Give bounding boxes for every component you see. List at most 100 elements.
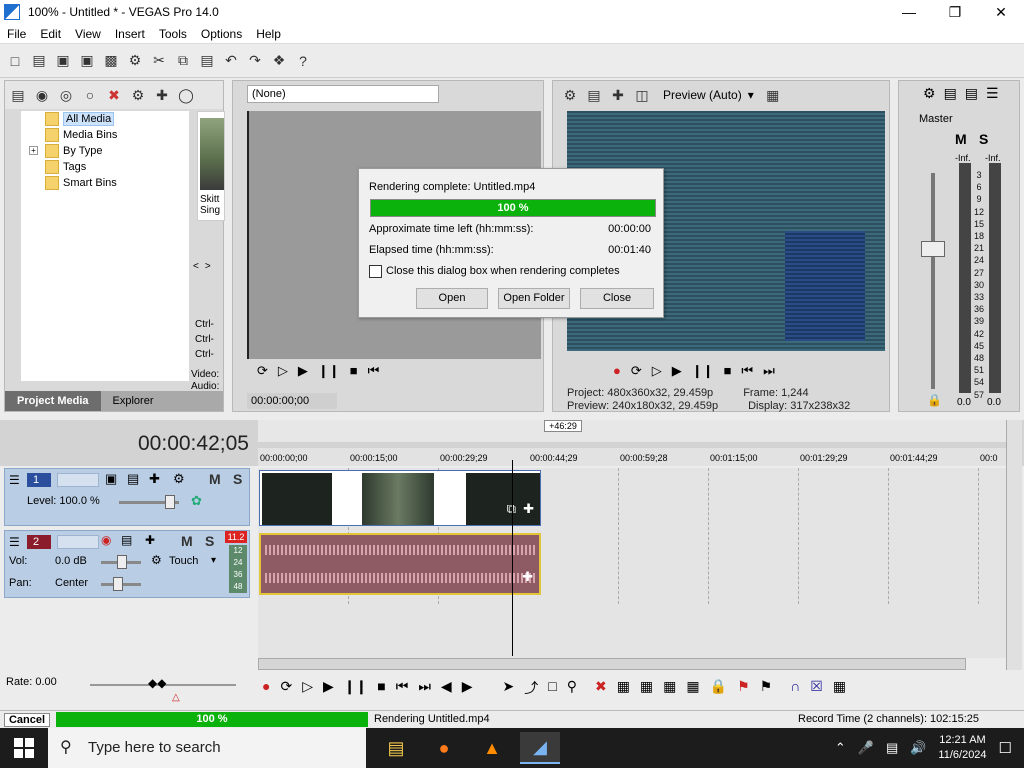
event-fx-icon[interactable]: ✚: [523, 501, 534, 517]
go-to-start-icon[interactable]: ⏮: [368, 363, 380, 379]
tab-explorer[interactable]: Explorer: [101, 395, 166, 407]
normal-edit-tool-icon[interactable]: ➤: [502, 678, 514, 698]
auto-ripple-icon[interactable]: ▦: [833, 678, 846, 698]
open-button[interactable]: Open: [416, 288, 488, 309]
go-to-end-icon[interactable]: ⏭: [763, 363, 775, 379]
track-fx-icon[interactable]: ✚: [145, 533, 155, 547]
close-when-complete-checkbox[interactable]: [369, 265, 382, 278]
rate-slider-knob[interactable]: ◆◆: [148, 676, 166, 690]
audio-event-fx-icon[interactable]: ✚: [522, 569, 533, 585]
solo-button[interactable]: S: [233, 471, 242, 487]
horizontal-scrollbar[interactable]: [258, 658, 966, 670]
tree-item-by-type[interactable]: + By Type: [21, 143, 189, 159]
master-fader-knob[interactable]: [921, 241, 945, 257]
stop-icon[interactable]: ■: [350, 363, 358, 379]
stop-icon[interactable]: ■: [377, 678, 385, 698]
pause-icon[interactable]: ❙❙: [344, 678, 367, 698]
preview-fx-icon[interactable]: ◫: [633, 86, 651, 104]
master-mute[interactable]: M: [955, 131, 967, 147]
notifications-icon[interactable]: ☐: [999, 739, 1012, 757]
volume-icon[interactable]: 🔊: [910, 740, 926, 756]
tree-item-media-bins[interactable]: Media Bins: [21, 127, 189, 143]
track-fx-icon[interactable]: ⚙: [173, 471, 185, 487]
marker-bar[interactable]: [258, 420, 1006, 442]
loop-icon[interactable]: ⟳: [257, 363, 268, 379]
collapse-track-icon[interactable]: ☰: [9, 473, 20, 487]
network-icon[interactable]: ▤: [886, 740, 898, 756]
pause-icon[interactable]: ❙❙: [318, 363, 340, 379]
new-project-icon[interactable]: □: [6, 52, 24, 70]
loop-icon[interactable]: ⟳: [631, 363, 642, 379]
windows-start-icon[interactable]: [14, 738, 34, 758]
vegas-taskbar-icon[interactable]: ◢: [520, 732, 560, 764]
prev-media-button[interactable]: <: [193, 261, 199, 272]
play-from-start-icon[interactable]: ▷: [278, 363, 288, 379]
web-icon[interactable]: ○: [81, 86, 99, 104]
region-icon[interactable]: ⚑: [760, 678, 773, 698]
tree-item-tags[interactable]: Tags: [21, 159, 189, 175]
render-as-icon[interactable]: ▩: [102, 52, 120, 70]
audio-event[interactable]: ✚: [259, 533, 541, 595]
preview-quality-select[interactable]: Preview (Auto): [663, 88, 742, 102]
track-composite-icon[interactable]: ▤: [127, 471, 139, 487]
tab-project-media[interactable]: Project Media: [5, 391, 101, 411]
downmix-icon[interactable]: ▤: [944, 85, 957, 102]
pause-icon[interactable]: ❙❙: [692, 363, 714, 379]
mute-button[interactable]: M: [209, 471, 221, 487]
stop-icon[interactable]: ■: [724, 363, 732, 379]
next-frame-icon[interactable]: ▶: [462, 678, 473, 698]
marker-icon[interactable]: ⚑: [737, 678, 750, 698]
properties-gear-icon[interactable]: ⚙: [126, 52, 144, 70]
prev-frame-icon[interactable]: ◀: [441, 678, 452, 698]
preview-properties-icon[interactable]: ⚙: [561, 86, 579, 104]
record-icon[interactable]: ●: [262, 678, 270, 698]
vertical-scrollbar[interactable]: [1006, 420, 1022, 670]
solo-button[interactable]: S: [205, 533, 214, 549]
undo-icon[interactable]: ↶: [222, 52, 240, 70]
media-fx-icon[interactable]: ✚: [153, 86, 171, 104]
lock-wave-icon[interactable]: ☰: [986, 85, 999, 102]
automation-mode[interactable]: Touch: [169, 555, 198, 567]
file-explorer-icon[interactable]: ▤: [376, 732, 416, 764]
envelope-tool-icon[interactable]: ⤴: [524, 678, 538, 698]
capture-icon[interactable]: ◉: [33, 86, 51, 104]
minimize-button[interactable]: —: [886, 0, 932, 24]
menu-tools[interactable]: Tools: [152, 27, 194, 41]
play-from-start-icon[interactable]: ▷: [302, 678, 313, 698]
taskbar-clock[interactable]: 12:21 AM 11/6/2024: [938, 733, 986, 763]
play-icon[interactable]: ▶: [672, 363, 682, 379]
tree-item-smart-bins[interactable]: Smart Bins: [21, 175, 189, 191]
tree-item-all-media[interactable]: All Media: [21, 111, 189, 127]
playhead-cursor[interactable]: [512, 460, 513, 656]
external-monitor-icon[interactable]: ▤: [585, 86, 603, 104]
media-thumbnail[interactable]: Skitt Sing: [197, 111, 225, 221]
save-as-icon[interactable]: ▣: [78, 52, 96, 70]
record-icon[interactable]: ●: [613, 363, 621, 379]
microphone-icon[interactable]: 🎤: [858, 740, 874, 756]
maximize-button[interactable]: ❐: [932, 0, 978, 24]
collapse-track-icon[interactable]: ☰: [9, 535, 20, 549]
menu-options[interactable]: Options: [194, 27, 249, 41]
get-media-icon[interactable]: ◎: [57, 86, 75, 104]
taskbar-search-box[interactable]: ⚲ Type here to search: [48, 728, 366, 768]
loop-icon[interactable]: ⟳: [280, 678, 292, 698]
cut-icon[interactable]: ✂: [150, 52, 168, 70]
lock-icon[interactable]: 🔒: [710, 678, 727, 698]
next-media-button[interactable]: >: [205, 261, 211, 272]
import-media-icon[interactable]: ▤: [9, 86, 27, 104]
dropdown-arrow-icon[interactable]: ▾: [748, 88, 754, 102]
track-compositing-mode-icon[interactable]: ✚: [149, 471, 160, 487]
track-invert-phase-icon[interactable]: ▤: [121, 533, 132, 547]
delete-icon[interactable]: ✖: [595, 678, 607, 698]
go-to-end-icon[interactable]: ⏭: [418, 678, 431, 698]
open-folder-icon[interactable]: ▤: [30, 52, 48, 70]
save-icon[interactable]: ▣: [54, 52, 72, 70]
selection-tool-icon[interactable]: □: [548, 678, 556, 698]
go-to-start-icon[interactable]: ⏮: [741, 363, 753, 379]
close-window-button[interactable]: ✕: [978, 0, 1024, 24]
dim-icon[interactable]: ▤: [965, 85, 978, 102]
open-folder-button[interactable]: Open Folder: [498, 288, 570, 309]
video-track-header[interactable]: ☰ 1 ▣ ▤ ✚ ⚙ M S Level: 100.0 % ✿: [4, 468, 250, 526]
automation-gear-icon[interactable]: ⚙: [151, 553, 162, 567]
go-to-start-icon[interactable]: ⏮: [396, 678, 409, 698]
